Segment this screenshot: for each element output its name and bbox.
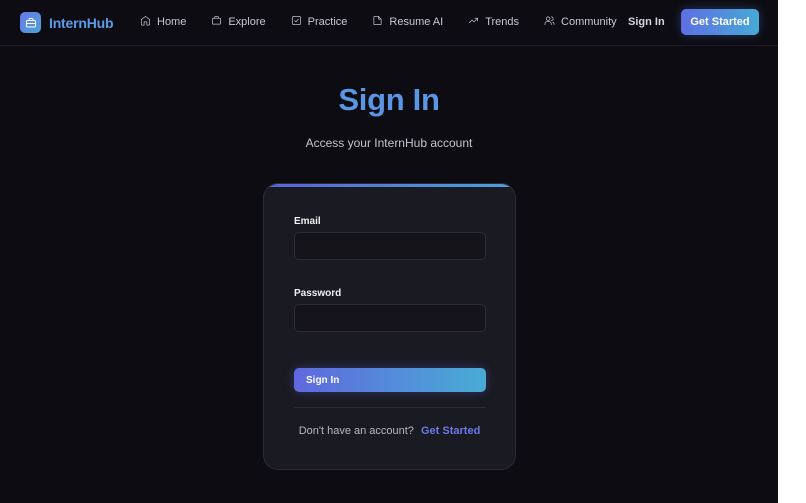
users-icon bbox=[544, 15, 555, 29]
sign-in-card: Email Password Sign In Don't have an acc… bbox=[263, 183, 516, 470]
document-icon bbox=[372, 15, 383, 29]
divider bbox=[294, 407, 486, 408]
nav-item-trends[interactable]: Trends bbox=[468, 15, 519, 29]
home-icon bbox=[140, 15, 151, 29]
nav-item-label: Home bbox=[157, 16, 187, 28]
nav-item-practice[interactable]: Practice bbox=[291, 15, 348, 29]
brand-name: InternHub bbox=[49, 14, 114, 31]
password-field[interactable] bbox=[294, 304, 486, 332]
sign-in-button[interactable]: Sign In bbox=[294, 368, 486, 392]
email-label: Email bbox=[294, 216, 321, 227]
email-field[interactable] bbox=[294, 232, 486, 260]
brand-logo[interactable]: InternHub bbox=[20, 12, 114, 33]
page: InternHub Home Explore Practice Resume A… bbox=[0, 0, 806, 503]
nav-item-community[interactable]: Community bbox=[544, 15, 617, 29]
page-title: Sign In bbox=[338, 82, 440, 117]
nav-item-resume-ai[interactable]: Resume AI bbox=[372, 15, 443, 29]
briefcase-icon bbox=[20, 12, 41, 33]
nav-item-label: Practice bbox=[307, 16, 348, 28]
nav-item-label: Explore bbox=[228, 16, 266, 28]
nav-item-label: Trends bbox=[485, 16, 520, 28]
main-nav: Home Explore Practice Resume AI Trends C… bbox=[140, 15, 642, 29]
trending-up-icon bbox=[468, 15, 479, 29]
nav-item-explore[interactable]: Explore bbox=[211, 15, 266, 29]
signup-prompt: Don't have an account? Get Started bbox=[264, 425, 515, 437]
card-accent-bar bbox=[264, 184, 515, 187]
password-label: Password bbox=[294, 288, 342, 299]
nav-item-home[interactable]: Home bbox=[140, 15, 186, 29]
page-subtitle: Access your InternHub account bbox=[305, 136, 473, 150]
main-area: InternHub Home Explore Practice Resume A… bbox=[0, 0, 778, 503]
nav-item-label: Community bbox=[561, 16, 617, 28]
header-get-started-button[interactable]: Get Started bbox=[681, 9, 759, 35]
top-navbar: InternHub Home Explore Practice Resume A… bbox=[0, 0, 778, 46]
briefcase-icon bbox=[211, 15, 222, 29]
window-edge bbox=[778, 0, 806, 503]
header-sign-in-link[interactable]: Sign In bbox=[628, 16, 665, 28]
get-started-link[interactable]: Get Started bbox=[421, 425, 480, 437]
nav-item-label: Resume AI bbox=[389, 16, 444, 28]
checkbox-icon bbox=[291, 15, 302, 29]
signup-prompt-text: Don't have an account? bbox=[298, 425, 414, 437]
